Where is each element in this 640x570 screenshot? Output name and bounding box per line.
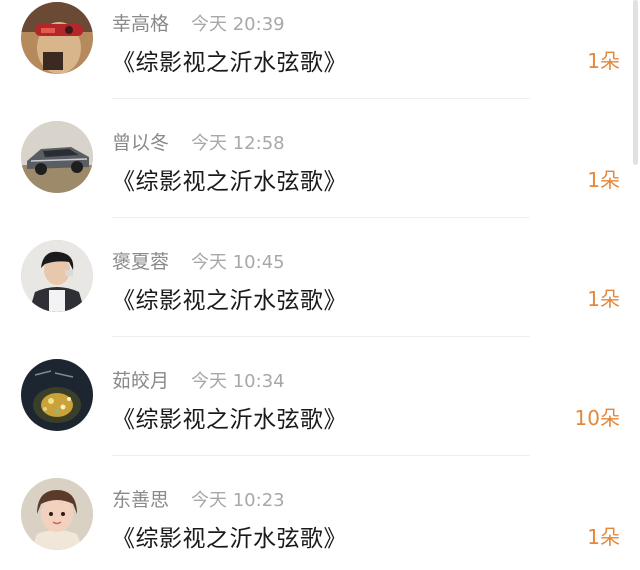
gift-count: 10朵 (574, 406, 620, 430)
timestamp: 今天 10:45 (191, 252, 285, 273)
sender-name: 褒夏蓉 (112, 251, 170, 273)
gift-count: 1朵 (587, 49, 620, 73)
sender-name: 茹皎月 (112, 370, 170, 392)
message-text: 《综影视之沂水弦歌》 (112, 407, 347, 433)
timestamp: 今天 12:58 (191, 133, 285, 154)
message-text: 《综影视之沂水弦歌》 (112, 526, 347, 552)
avatar-red-mask-image (21, 2, 93, 74)
gift-count: 1朵 (587, 168, 620, 192)
gift-count: 1朵 (587, 287, 620, 311)
timestamp: 今天 20:39 (191, 14, 285, 35)
scrollbar[interactable] (633, 0, 638, 165)
avatar-person-image (21, 240, 93, 312)
avatar-car-image (21, 121, 93, 193)
message-text: 《综影视之沂水弦歌》 (112, 169, 347, 195)
divider (112, 336, 530, 337)
avatar-child-image (21, 478, 93, 550)
avatar[interactable] (21, 478, 93, 550)
list-item[interactable]: 茹皎月 今天 10:34 《综影视之沂水弦歌》 10朵 (0, 357, 640, 476)
gift-record-list: 幸高格 今天 20:39 《综影视之沂水弦歌》 1朵 曾以冬 今天 12:58 … (0, 0, 640, 570)
list-item[interactable]: 曾以冬 今天 12:58 《综影视之沂水弦歌》 1朵 (0, 119, 640, 238)
divider (112, 98, 530, 99)
list-item[interactable]: 幸高格 今天 20:39 《综影视之沂水弦歌》 1朵 (0, 0, 640, 119)
avatar[interactable] (21, 121, 93, 193)
sender-name: 曾以冬 (112, 132, 170, 154)
timestamp: 今天 10:34 (191, 371, 285, 392)
avatar[interactable] (21, 359, 93, 431)
avatar[interactable] (21, 2, 93, 74)
message-text: 《综影视之沂水弦歌》 (112, 288, 347, 314)
gift-count: 1朵 (587, 525, 620, 549)
avatar-dark-glitter-image (21, 359, 93, 431)
message-text: 《综影视之沂水弦歌》 (112, 50, 347, 76)
divider (112, 455, 530, 456)
avatar[interactable] (21, 240, 93, 312)
list-item[interactable]: 东善思 今天 10:23 《综影视之沂水弦歌》 1朵 (0, 476, 640, 570)
sender-name: 幸高格 (112, 13, 170, 35)
divider (112, 217, 530, 218)
list-item[interactable]: 褒夏蓉 今天 10:45 《综影视之沂水弦歌》 1朵 (0, 238, 640, 357)
timestamp: 今天 10:23 (191, 490, 285, 511)
sender-name: 东善思 (112, 489, 170, 511)
